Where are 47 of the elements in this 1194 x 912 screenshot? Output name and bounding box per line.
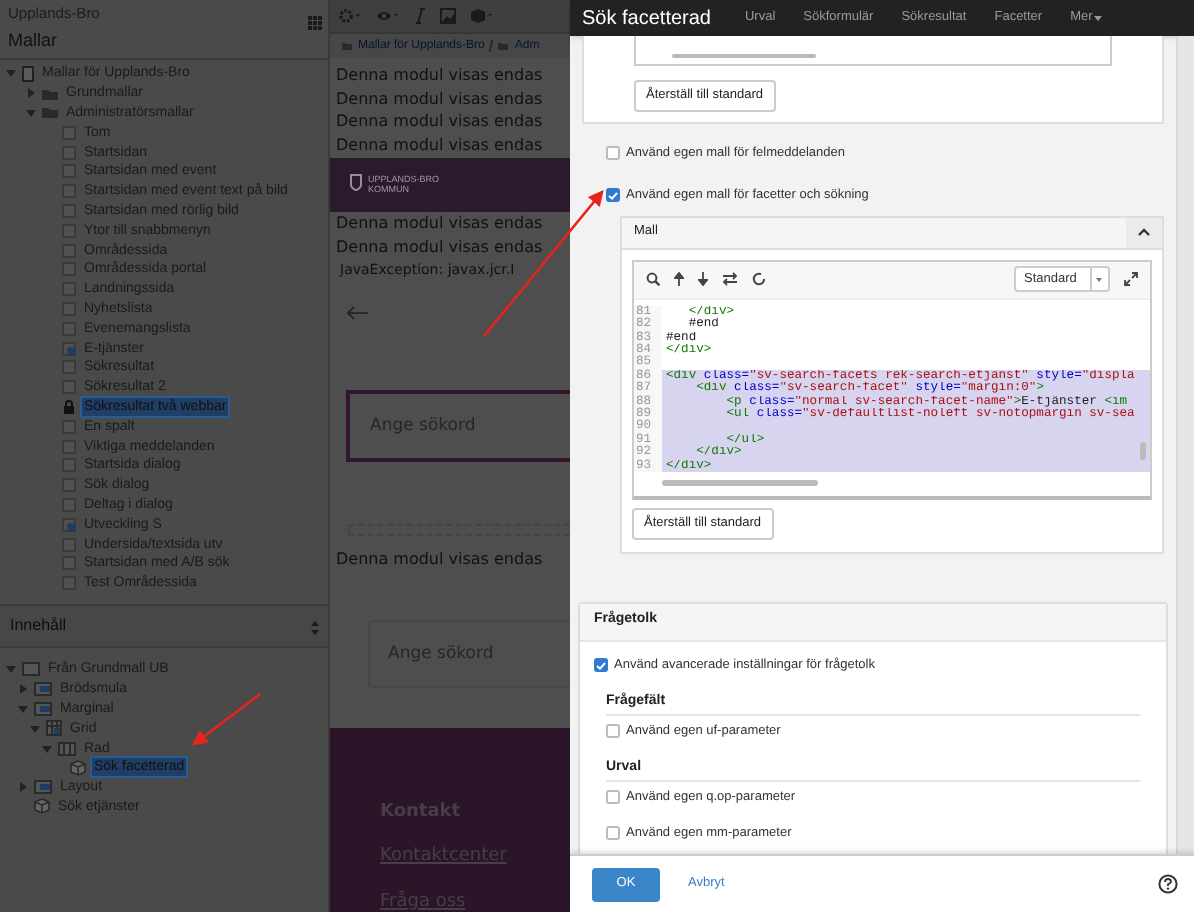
panel-title: Innehåll [10,614,67,638]
eye-icon [376,8,400,24]
page-dot-icon [62,517,76,532]
swap-icon [722,272,738,286]
dialog-title: Sök facetterad [582,5,711,33]
arrow-up-icon [674,272,684,286]
notice-text: Denna modul visas endas [334,548,543,572]
checkbox[interactable] [606,826,620,840]
chevron-up-icon [1138,228,1150,236]
caret-icon [1094,15,1103,21]
notice-text: Denna modul visas endas [334,134,543,158]
checkbox[interactable] [606,790,620,804]
collapse-toggle[interactable] [1126,217,1162,247]
help-icon [1158,874,1178,894]
cube-icon [470,8,494,24]
scrollbar-thumb [1140,441,1146,459]
panel-title: Mallar [8,28,58,55]
document-icon [22,65,34,82]
page-dot-icon [62,341,76,356]
grid-menu-icon [308,16,322,30]
scrollbar-thumb [672,54,816,58]
grid-icon [46,720,62,737]
crest-icon [350,174,362,195]
annotation-arrow [191,692,261,746]
notice-text: Denna modul visas endas [334,110,543,135]
layout-icon [34,780,52,795]
image-icon [440,8,456,24]
notice-text: Denna modul visas endas [334,87,543,111]
notice-text: Denna modul visas endas [334,235,543,259]
refresh-icon [752,272,766,286]
expand-icon [1124,272,1138,286]
lock-icon [62,399,76,414]
checkbox[interactable] [606,146,620,161]
arrow-down-icon [698,272,708,286]
italic-font-icon [414,8,426,24]
checkbox[interactable] [606,724,620,738]
row-icon [58,741,76,756]
back-arrow-icon [346,305,370,320]
cube-icon [70,759,86,776]
cube-icon [34,798,50,815]
gear-icon [338,8,362,24]
page-icon [22,662,40,677]
notice-text: Denna modul visas endas [334,211,543,236]
search-icon [646,272,660,286]
caret-icon [1096,278,1102,282]
notice-text: Denna modul visas endas [334,64,543,88]
sort-icon [310,620,320,636]
